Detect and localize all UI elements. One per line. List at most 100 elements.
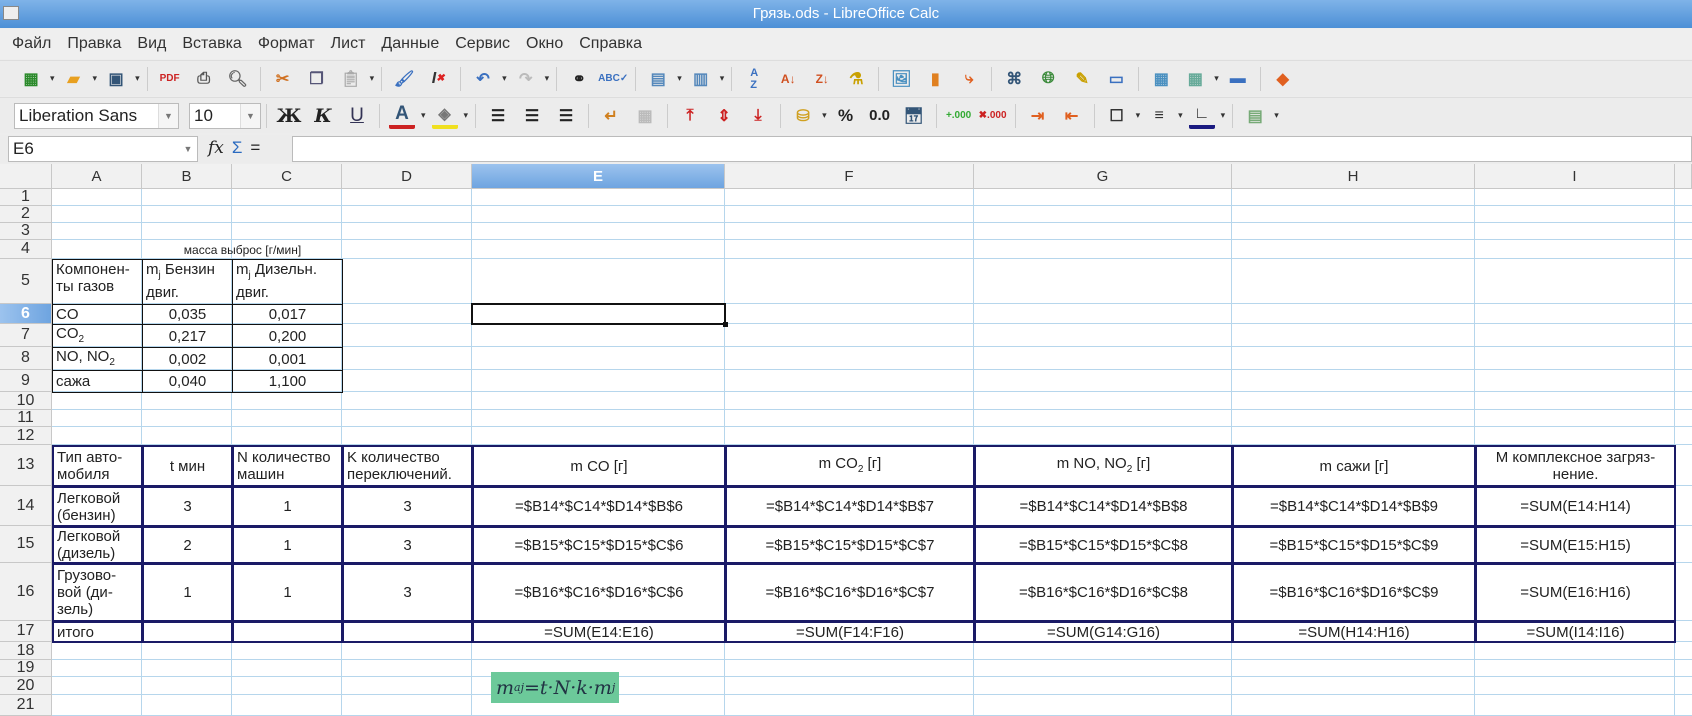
cell-c13[interactable]: N количество машин <box>232 445 343 487</box>
row-header-13[interactable]: 13 <box>0 445 52 486</box>
cell-b14[interactable]: 3 <box>142 486 233 527</box>
row-header-4[interactable]: 4 <box>0 240 52 259</box>
cell-i16[interactable]: =SUM(E16:H16) <box>1475 563 1676 622</box>
row-header-10[interactable]: 10 <box>0 392 52 410</box>
chevron-down-icon[interactable]: ▼ <box>240 103 260 128</box>
freeze-dropdown[interactable]: ▾ <box>1214 73 1219 84</box>
font-size-combo[interactable]: 10 ▼ <box>189 102 261 129</box>
row-header-8[interactable]: 8 <box>0 347 52 370</box>
delete-decimal-icon[interactable]: ✖.000 <box>979 103 1007 129</box>
align-right-icon[interactable]: ☰ <box>553 103 579 129</box>
cell-e16[interactable]: =$B16*$C16*$D16*$C$6 <box>472 563 726 622</box>
cell-d13[interactable]: K количество переключений. <box>342 445 473 487</box>
menu-data[interactable]: Данные <box>373 35 447 53</box>
cell-h14[interactable]: =$B14*$C14*$D14*$B$9 <box>1232 486 1476 527</box>
open-folder-icon[interactable]: ▰ <box>61 66 87 92</box>
borders-dropdown[interactable]: ▾ <box>1136 110 1141 121</box>
background-color-icon[interactable]: ◈ <box>431 103 458 129</box>
paste-dropdown[interactable]: ▾ <box>370 73 375 84</box>
cell-a13[interactable]: Тип авто- мобиля <box>52 445 143 487</box>
cell-f17[interactable]: =SUM(F14:F16) <box>725 621 975 643</box>
column-header-a[interactable]: A <box>52 164 142 189</box>
border-style-icon[interactable]: ≡ <box>1146 103 1172 129</box>
insert-chart-icon[interactable]: ▮ <box>922 66 948 92</box>
cell-b15[interactable]: 2 <box>142 526 233 564</box>
copy-icon[interactable]: ❐ <box>304 66 330 92</box>
cell-d17[interactable] <box>342 621 473 643</box>
cell-g16[interactable]: =$B16*$C16*$D16*$C$8 <box>974 563 1233 622</box>
cell-c15[interactable]: 1 <box>232 526 343 564</box>
cell-c16[interactable]: 1 <box>232 563 343 622</box>
border-color-icon[interactable]: ∟ <box>1188 103 1215 129</box>
shapes-icon[interactable]: ◆ <box>1270 66 1296 92</box>
cell-b7[interactable]: 0,217 <box>142 324 233 348</box>
cell-e17[interactable]: =SUM(E14:E16) <box>472 621 726 643</box>
cell-b8[interactable]: 0,002 <box>142 347 233 371</box>
font-name-combo[interactable]: Liberation Sans ▼ <box>14 102 179 129</box>
cell-d15[interactable]: 3 <box>342 526 473 564</box>
cell-g13[interactable]: m NO, NO2 [г] <box>974 445 1233 487</box>
cell-d14[interactable]: 3 <box>342 486 473 527</box>
formula-object[interactable]: m aj =t·N·k·m j <box>491 672 619 703</box>
find-replace-icon[interactable]: ⚭ <box>566 66 592 92</box>
column-header-h[interactable]: H <box>1232 164 1475 189</box>
undo-icon[interactable]: ↶ <box>470 66 496 92</box>
cell-d16[interactable]: 3 <box>342 563 473 622</box>
cell-f16[interactable]: =$B16*$C16*$D16*$C$7 <box>725 563 975 622</box>
merge-cells-icon[interactable]: ▦ <box>632 103 658 129</box>
column-header-d[interactable]: D <box>342 164 472 189</box>
sum-icon[interactable]: Σ <box>232 138 243 158</box>
cell-g14[interactable]: =$B14*$C14*$D14*$B$8 <box>974 486 1233 527</box>
cell-c6[interactable]: 0,017 <box>232 304 343 325</box>
row-header-18[interactable]: 18 <box>0 642 52 660</box>
column-header-b[interactable]: B <box>142 164 232 189</box>
cell-h15[interactable]: =$B15*$C15*$D15*$C$9 <box>1232 526 1476 564</box>
border-color-dropdown[interactable]: ▾ <box>1221 110 1226 121</box>
column-header-f[interactable]: F <box>725 164 974 189</box>
fill-handle[interactable] <box>723 322 728 327</box>
bold-button[interactable]: Ж <box>276 103 302 129</box>
cell-h16[interactable]: =$B16*$C16*$D16*$C$9 <box>1232 563 1476 622</box>
row-header-14[interactable]: 14 <box>0 486 52 526</box>
number-format-button[interactable]: 0.0 <box>867 103 893 129</box>
insert-image-icon[interactable]: 🖼︎ <box>888 66 914 92</box>
row-header-20[interactable]: 20 <box>0 677 52 695</box>
cell-b5[interactable]: mj Бензин двиг. <box>142 259 233 305</box>
decrease-indent-icon[interactable]: ⇤ <box>1059 103 1085 129</box>
column-dropdown[interactable]: ▾ <box>720 73 725 84</box>
cell-i14[interactable]: =SUM(E14:H14) <box>1475 486 1676 527</box>
sort-icon[interactable]: AZ <box>741 66 767 92</box>
open-dropdown[interactable]: ▾ <box>93 73 98 84</box>
new-document-icon[interactable]: ▦ <box>18 66 44 92</box>
cell-b16[interactable]: 1 <box>142 563 233 622</box>
cell-e13[interactable]: m CO [г] <box>472 445 726 487</box>
background-color-dropdown[interactable]: ▾ <box>464 110 469 121</box>
spreadsheet-grid[interactable]: A B C D E F G H I 1 2 3 4 5 6 7 8 9 10 11 12 13 14 15 16 17 18 19 20… <box>0 164 1692 716</box>
cell-cursor[interactable] <box>471 303 728 327</box>
cell-c9[interactable]: 1,100 <box>232 370 343 393</box>
menu-insert[interactable]: Вставка <box>174 35 249 53</box>
chevron-down-icon[interactable]: ▼ <box>179 137 197 161</box>
split-window-icon[interactable]: ▬ <box>1225 66 1251 92</box>
redo-icon[interactable]: ↷ <box>513 66 539 92</box>
row-header-15[interactable]: 15 <box>0 526 52 563</box>
conditional-format-icon[interactable]: ▤ <box>1242 103 1268 129</box>
align-top-icon[interactable]: ⤒ <box>677 103 703 129</box>
function-wizard-icon[interactable]: 𝑓x <box>208 138 224 158</box>
italic-button[interactable]: К <box>310 103 336 129</box>
row-header-3[interactable]: 3 <box>0 222 52 240</box>
row-header-9[interactable]: 9 <box>0 370 52 392</box>
cell-f13[interactable]: m CO2 [г] <box>725 445 975 487</box>
cell-a15[interactable]: Легковой (дизель) <box>52 526 143 564</box>
row-header-7[interactable]: 7 <box>0 324 52 347</box>
cell-b6[interactable]: 0,035 <box>142 304 233 325</box>
underline-button[interactable]: U <box>344 103 370 129</box>
column-header-g[interactable]: G <box>974 164 1232 189</box>
undo-dropdown[interactable]: ▾ <box>502 73 507 84</box>
cell-e15[interactable]: =$B15*$C15*$D15*$C$6 <box>472 526 726 564</box>
window-menu-icon[interactable] <box>3 6 19 20</box>
cell-f14[interactable]: =$B14*$C14*$D14*$B$7 <box>725 486 975 527</box>
row-header-2[interactable]: 2 <box>0 205 52 223</box>
formula-equals-icon[interactable]: = <box>250 138 260 158</box>
column-header-e[interactable]: E <box>472 164 725 189</box>
